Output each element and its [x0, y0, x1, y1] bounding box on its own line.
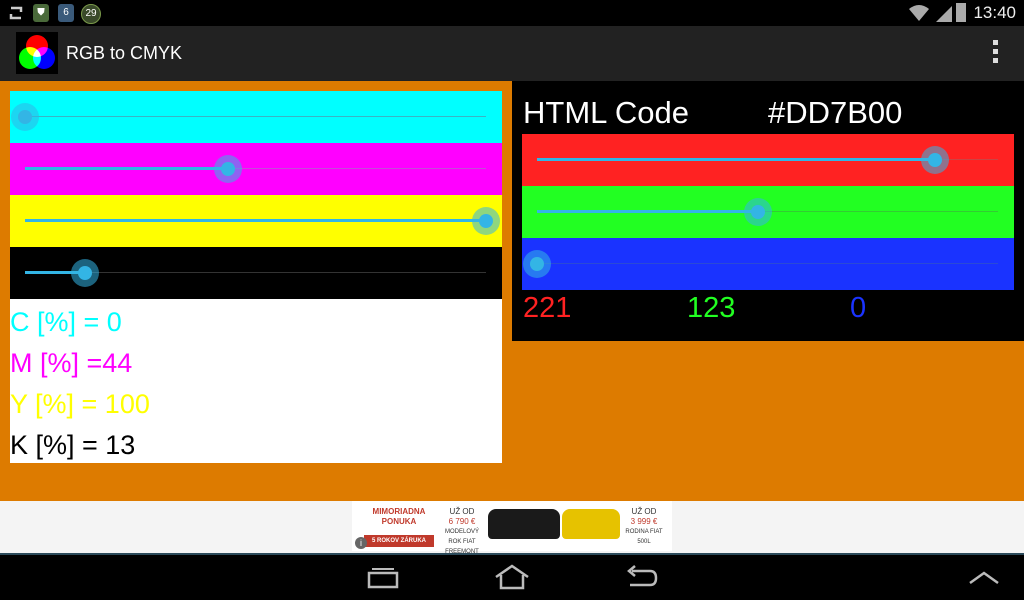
ad-mid-model: MODELOVÝ ROK FIAT FREEMONT — [444, 529, 479, 555]
shield-6-icon: 6 — [58, 4, 74, 22]
ad-mid-block: UŽ OD 6 790 € MODELOVÝ ROK FIAT FREEMONT — [444, 507, 480, 557]
cmyk-panel: C [%] = 0 M [%] =44 Y [%] = 100 K [%] = … — [10, 91, 502, 463]
clock: 13:40 — [973, 3, 1016, 22]
ad-bar: MIMORIADNA PONUKA 5 ROKOV ZÁRUKA UŽ OD 6… — [0, 501, 1024, 555]
action-bar: RGB to CMYK — [0, 26, 1024, 81]
y-value-label: Y [%] = 100 — [10, 389, 150, 419]
battery-icon — [956, 3, 966, 22]
k-value-label: K [%] = 13 — [10, 430, 136, 460]
badge-29-icon: 29 — [81, 4, 101, 24]
magenta-slider[interactable] — [10, 143, 502, 195]
wifi-icon — [908, 4, 930, 27]
app-title: RGB to CMYK — [66, 43, 183, 63]
c-value-label: C [%] = 0 — [10, 307, 122, 337]
chevron-up-icon[interactable] — [964, 563, 1004, 593]
yellow-slider[interactable] — [10, 195, 502, 247]
navigation-bar — [0, 555, 1024, 600]
ad-left-block: MIMORIADNA PONUKA 5 ROKOV ZÁRUKA — [364, 507, 434, 547]
red-slider[interactable] — [522, 134, 1014, 186]
info-icon[interactable]: i — [355, 537, 367, 549]
ad-right-model: RODINA FIAT 500L — [625, 529, 663, 545]
recent-apps-icon[interactable] — [363, 563, 403, 593]
black-car-image — [488, 509, 560, 539]
black-slider[interactable] — [10, 247, 502, 299]
green-value: 123 — [687, 292, 736, 324]
main-content: C [%] = 0 M [%] =44 Y [%] = 100 K [%] = … — [0, 81, 1024, 501]
yellow-car-image — [562, 509, 620, 539]
ad-mid-from: UŽ OD — [449, 507, 475, 516]
blue-slider[interactable] — [522, 238, 1014, 290]
shield-icon: ⛊ — [33, 4, 49, 22]
ad-right-block: UŽ OD 3 999 € RODINA FIAT 500L — [622, 507, 666, 547]
ad-badge: 5 ROKOV ZÁRUKA — [364, 535, 434, 547]
cyan-slider[interactable] — [10, 91, 502, 143]
status-bar: ⛊ 6 29 13:40 — [0, 0, 1024, 26]
back-icon[interactable] — [622, 563, 662, 593]
m-value-label: M [%] =44 — [10, 348, 133, 378]
app-logo-icon — [16, 32, 58, 74]
ad-right-from: UŽ OD — [631, 507, 657, 516]
red-value: 221 — [523, 292, 572, 324]
ad-right-price: 3 999 € — [630, 517, 658, 526]
ad-banner[interactable]: MIMORIADNA PONUKA 5 ROKOV ZÁRUKA UŽ OD 6… — [352, 501, 672, 555]
html-code-label: HTML Code — [523, 95, 689, 130]
ad-mid-price: 6 790 € — [448, 517, 476, 526]
green-slider[interactable] — [522, 186, 1014, 238]
cmyk-values-box: C [%] = 0 M [%] =44 Y [%] = 100 K [%] = … — [10, 299, 502, 463]
sync-icon — [8, 4, 24, 22]
signal-icon — [934, 4, 952, 27]
home-icon[interactable] — [492, 563, 532, 593]
blue-value: 0 — [850, 292, 867, 324]
overflow-menu-icon[interactable] — [990, 40, 1000, 68]
rgb-panel: HTML Code #DD7B00 221 123 0 — [512, 81, 1024, 341]
ad-title: MIMORIADNA PONUKA — [372, 507, 426, 526]
html-code-value: #DD7B00 — [768, 95, 903, 130]
